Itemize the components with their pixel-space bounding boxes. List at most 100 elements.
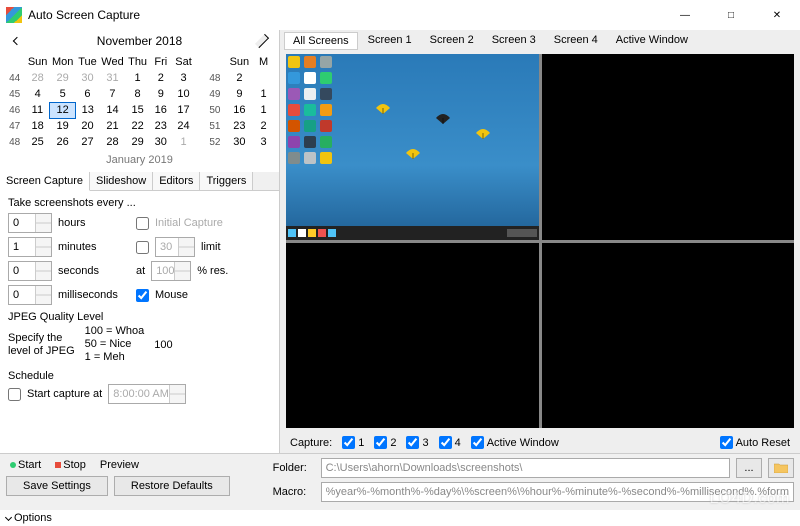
preview-button[interactable]: Preview — [96, 458, 143, 472]
cal-day[interactable]: 14 — [100, 102, 126, 118]
play-icon — [10, 462, 16, 468]
cal-day[interactable]: 5 — [50, 86, 75, 102]
jpeg-value-input[interactable]: 100 — [154, 339, 200, 351]
schedule-start-time[interactable]: 8:00:00 AM — [108, 384, 186, 404]
cal-day[interactable]: 2 — [252, 118, 275, 134]
capture-chk-2[interactable] — [374, 436, 387, 449]
cal-day[interactable]: 6 — [75, 86, 99, 102]
cal-day[interactable]: 30 — [150, 134, 172, 150]
cal-day[interactable]: 21 — [100, 118, 126, 134]
ms-input[interactable]: 0 — [8, 285, 52, 305]
cal-day[interactable]: 16 — [227, 102, 253, 118]
cal-day[interactable]: 23 — [227, 118, 253, 134]
preview-screen4[interactable] — [542, 243, 795, 429]
window-controls: — □ ✕ — [662, 0, 800, 30]
cal-day[interactable]: 1 — [125, 70, 149, 86]
cal-day[interactable]: 29 — [50, 70, 75, 86]
initial-capture-checkbox[interactable] — [136, 217, 149, 230]
cal-day[interactable]: 9 — [227, 86, 253, 102]
seconds-input[interactable]: 0 — [8, 261, 52, 281]
calendar-next-button[interactable] — [255, 34, 269, 48]
cal-day[interactable]: 16 — [150, 102, 172, 118]
maximize-button[interactable]: □ — [708, 0, 754, 30]
minutes-label: minutes — [58, 241, 130, 253]
cal-day[interactable]: 22 — [125, 118, 149, 134]
cal-day[interactable]: 11 — [25, 102, 50, 118]
save-settings-button[interactable]: Save Settings — [6, 476, 108, 496]
cal-day[interactable]: 15 — [125, 102, 149, 118]
tab-triggers[interactable]: Triggers — [200, 172, 253, 190]
calendar-primary[interactable]: Sun Mon Tue Wed Thu Fri Sat 44 28 29 30 … — [0, 52, 199, 152]
tab-editors[interactable]: Editors — [153, 172, 200, 190]
cal-day[interactable]: 23 — [150, 118, 172, 134]
cal-day[interactable]: 13 — [75, 102, 99, 118]
cal-day[interactable]: 4 — [25, 86, 50, 102]
preview-screen2[interactable] — [542, 54, 795, 240]
capture-chk-3[interactable] — [406, 436, 419, 449]
cal-day[interactable]: 8 — [125, 86, 149, 102]
options-expander[interactable]: Options — [0, 510, 800, 526]
vtab-s4[interactable]: Screen 4 — [546, 32, 606, 50]
calendar-prev-button[interactable] — [10, 34, 24, 48]
cal-day[interactable]: 29 — [125, 134, 149, 150]
vtab-s3[interactable]: Screen 3 — [484, 32, 544, 50]
cal-day[interactable]: 1 — [252, 102, 275, 118]
cal-day[interactable]: 28 — [25, 70, 50, 86]
minutes-input[interactable]: 1 — [8, 237, 52, 257]
browse-folder-button[interactable]: ... — [736, 458, 762, 478]
tab-slideshow[interactable]: Slideshow — [90, 172, 153, 190]
cal-day[interactable]: 30 — [227, 134, 253, 150]
limit-input[interactable]: 30 — [155, 237, 195, 257]
start-button[interactable]: Start — [6, 458, 45, 472]
minimize-button[interactable]: — — [662, 0, 708, 30]
res-input[interactable]: 100 — [151, 261, 191, 281]
schedule-start-checkbox[interactable] — [8, 388, 21, 401]
calendar-secondary[interactable]: Sun M 482 4991 50161 51232 52303 — [199, 52, 279, 152]
cal-day[interactable]: 25 — [25, 134, 50, 150]
cal-day[interactable]: 1 — [172, 134, 196, 150]
capture-chk-aw-label: Active Window — [487, 437, 559, 449]
cal-day[interactable]: 2 — [227, 70, 253, 86]
capture-chk-active-window[interactable] — [471, 436, 484, 449]
cal-day[interactable]: 1 — [252, 86, 275, 102]
mouse-checkbox[interactable] — [136, 289, 149, 302]
cal-day[interactable]: 7 — [100, 86, 126, 102]
cal-day[interactable]: 18 — [25, 118, 50, 134]
cal-day[interactable]: 28 — [100, 134, 126, 150]
cal-day[interactable]: 2 — [150, 70, 172, 86]
restore-defaults-button[interactable]: Restore Defaults — [114, 476, 230, 496]
vtab-all[interactable]: All Screens — [284, 32, 358, 50]
folder-path[interactable]: C:\Users\ahorn\Downloads\screenshots\ — [321, 458, 730, 478]
desktop-icon — [288, 104, 300, 116]
cal-day[interactable]: 3 — [172, 70, 196, 86]
open-folder-button[interactable] — [768, 458, 794, 478]
cal-day-selected[interactable]: 12 — [50, 102, 75, 118]
cal-day[interactable]: 19 — [50, 118, 75, 134]
calendar-month-label: November 2018 — [97, 34, 182, 48]
cal-day[interactable]: 9 — [150, 86, 172, 102]
auto-reset-checkbox[interactable] — [720, 436, 733, 449]
hours-input[interactable]: 0 — [8, 213, 52, 233]
cal-day[interactable]: 20 — [75, 118, 99, 134]
close-button[interactable]: ✕ — [754, 0, 800, 30]
cal-day[interactable]: 3 — [252, 134, 275, 150]
desktop-icon — [320, 120, 332, 132]
preview-screen1[interactable] — [286, 54, 539, 240]
cal-day[interactable]: 27 — [75, 134, 99, 150]
tab-screen-capture[interactable]: Screen Capture — [0, 172, 90, 191]
res-at-label: at — [136, 265, 145, 277]
vtab-s1[interactable]: Screen 1 — [360, 32, 420, 50]
capture-chk-1[interactable] — [342, 436, 355, 449]
cal-day[interactable]: 26 — [50, 134, 75, 150]
vtab-s2[interactable]: Screen 2 — [422, 32, 482, 50]
cal-day[interactable]: 30 — [75, 70, 99, 86]
stop-button[interactable]: Stop — [51, 458, 90, 472]
vtab-aw[interactable]: Active Window — [608, 32, 696, 50]
capture-chk-4[interactable] — [439, 436, 452, 449]
preview-screen3[interactable] — [286, 243, 539, 429]
cal-day[interactable]: 10 — [172, 86, 196, 102]
cal-day[interactable]: 24 — [172, 118, 196, 134]
limit-checkbox[interactable] — [136, 241, 149, 254]
cal-day[interactable]: 17 — [172, 102, 196, 118]
cal-day[interactable]: 31 — [100, 70, 126, 86]
